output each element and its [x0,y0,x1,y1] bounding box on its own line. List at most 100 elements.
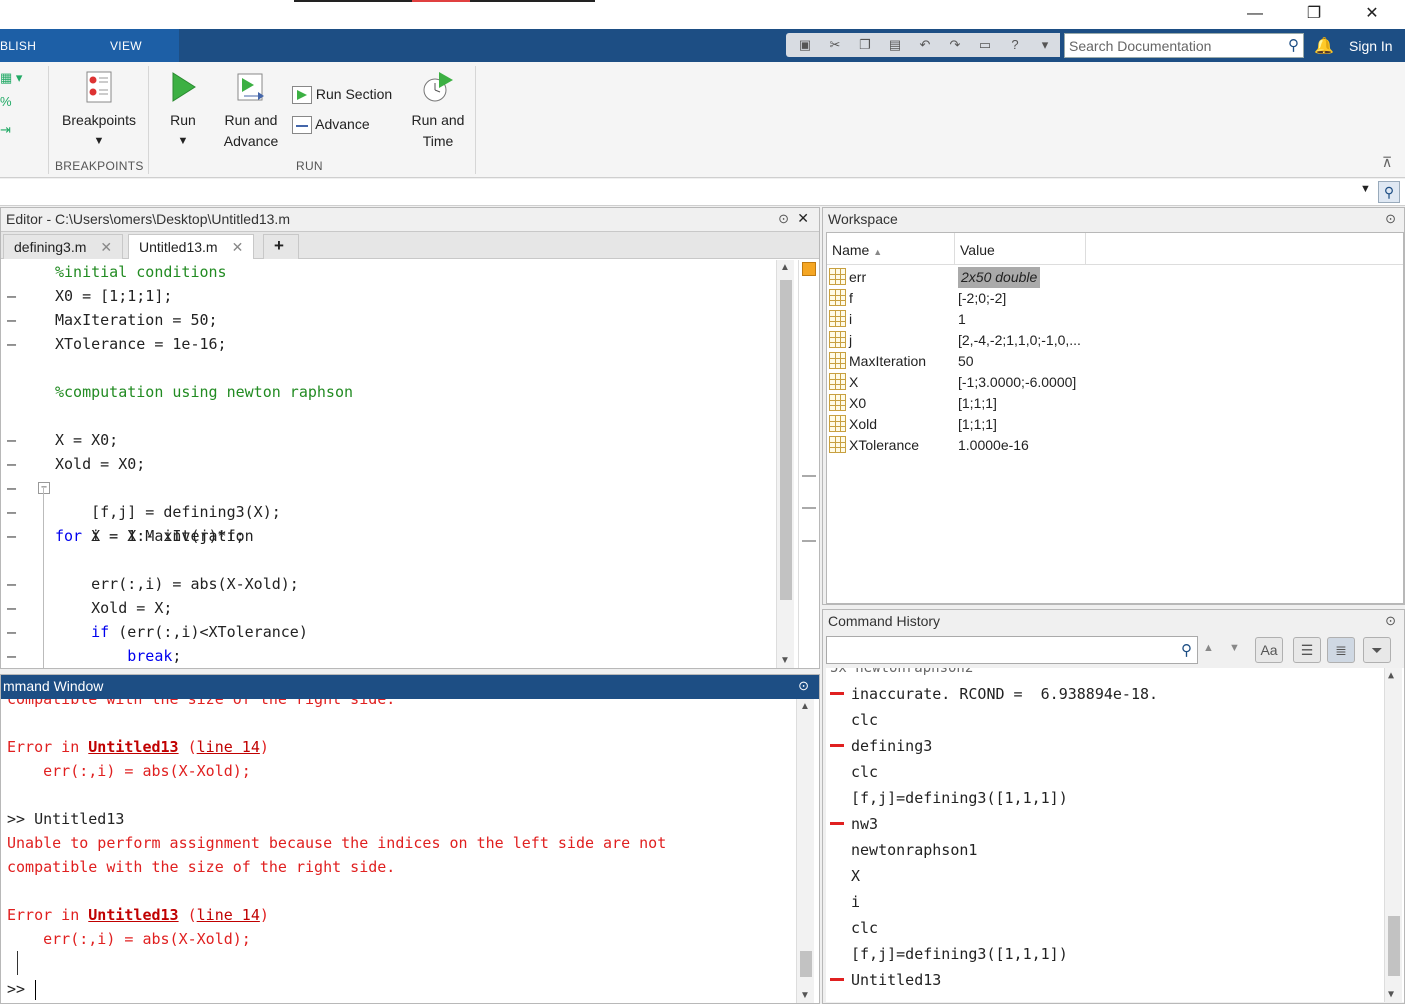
run-icon [172,72,196,102]
advance-button[interactable]: Advance [292,114,402,135]
editor-scrollbar[interactable]: ▲ ▼ [776,260,794,668]
chevron-down-icon: ▼ [177,135,189,147]
close-tab-icon[interactable]: ✕ [100,239,112,255]
highlight-icon[interactable]: ☰ [1293,637,1321,663]
sign-in-link[interactable]: Sign In [1349,38,1393,54]
redo-icon[interactable]: ↷ [946,36,964,54]
chevron-down-icon[interactable]: ▼ [1360,183,1371,195]
matrix-icon [829,373,846,390]
add-tab-button[interactable]: + [263,234,299,259]
history-item[interactable]: Untitled13 [826,967,1386,993]
output-line: Error in Untitled13 (line 14) [7,738,269,756]
indent-icon[interactable]: ⇥ [0,122,40,144]
current-folder-bar[interactable]: ▼ ⚲ [0,179,1405,206]
history-item[interactable]: [f,j]=defining3([1,1,1]) [826,941,1386,967]
panel-menu-icon[interactable]: ⊙ [778,211,789,227]
run-and-advance-button[interactable]: Run and Advance [218,70,284,152]
panel-menu-icon[interactable]: ⊙ [1385,613,1396,629]
breakpoints-icon [86,71,112,103]
history-item[interactable]: [f,j]=defining3([1,1,1]) [826,785,1386,811]
panel-menu-icon[interactable]: ⊙ [798,678,809,694]
customize-icon[interactable]: ▾ [1036,36,1054,54]
error-file-link[interactable]: Untitled13 [88,906,178,924]
output-line: compatible with the size of the right si… [7,858,396,876]
workspace-row[interactable]: X0 [1;1;1] [827,393,1403,414]
history-item[interactable]: 5x newtonraphson2 [826,668,1386,681]
column-header-name[interactable]: Name ▲ [832,242,882,258]
close-tab-icon[interactable]: ✕ [232,239,244,255]
history-item[interactable]: i [826,889,1386,915]
breakpoints-button[interactable]: Breakpoints ▼ [56,70,142,152]
run-section-button[interactable]: Run Section [292,84,402,105]
workspace-row[interactable]: err 2x50 double [827,267,1403,288]
error-file-link[interactable]: Untitled13 [88,738,178,756]
output-line: compatible with the size of the right si… [7,699,396,708]
history-scrollbar[interactable]: ▲ ▼ [1384,668,1402,1002]
workspace-row[interactable]: MaxIteration 50 [827,351,1403,372]
left-tools: ▦ ▾ % ⇥ [0,70,40,144]
command-window-title: mmand Window ⊙ [1,675,819,699]
workspace-row[interactable]: f [-2;0;-2] [827,288,1403,309]
history-item[interactable]: X [826,863,1386,889]
filter-icon[interactable]: ⏷ [1363,637,1391,663]
paste-icon[interactable]: ▤ [886,36,904,54]
cut-icon[interactable]: ✂ [826,36,844,54]
history-item[interactable]: clc [826,759,1386,785]
next-match-icon[interactable]: ▼ [1229,642,1240,654]
history-search-input[interactable]: ⚲ [826,636,1198,664]
run-and-advance-icon [237,73,264,101]
help-icon[interactable]: ? [1006,36,1024,54]
tab-view[interactable]: VIEW [110,39,142,53]
warning-indicator[interactable] [802,262,816,276]
tab-defining3[interactable]: defining3.m ✕ [3,234,124,259]
run-button[interactable]: Run ▼ [160,70,206,152]
panel-menu-icon[interactable]: ⊙ [1385,211,1396,227]
history-item[interactable]: defining3 [826,733,1386,759]
history-list[interactable]: 5x newtonraphson2 inaccurate. RCOND = 6.… [826,668,1404,1002]
search-documentation-input[interactable]: Search Documentation ⚲ [1064,33,1304,58]
group-label-breakpoints: BREAKPOINTS [55,159,144,173]
restore-button[interactable]: ❐ [1299,4,1329,26]
search-icon[interactable]: ⚲ [1378,181,1400,203]
save-icon[interactable]: ▣ [796,36,814,54]
notification-bell-icon[interactable]: 🔔 [1314,36,1334,56]
history-item[interactable]: clc [826,707,1386,733]
minimize-button[interactable]: — [1240,4,1270,26]
switch-windows-icon[interactable]: ▭ [976,36,994,54]
close-icon[interactable]: ✕ [797,210,809,227]
find-icon[interactable]: ▦ ▾ [0,70,40,92]
fold-icon[interactable]: − [38,482,50,494]
run-and-time-icon [423,72,453,102]
code-area[interactable]: %initial conditions – X0 = [1;1;1]; – MaxI… [1,260,776,668]
editor-title: Editor - C:\Users\omers\Desktop\Untitled… [1,208,819,232]
command-output[interactable]: compatible with the size of the right si… [1,699,797,1003]
search-icon: ⚲ [1288,37,1299,54]
match-case-button[interactable]: Aa [1255,637,1283,663]
close-window-button[interactable]: ✕ [1357,4,1387,26]
undo-icon[interactable]: ↶ [916,36,934,54]
tab-untitled13[interactable]: Untitled13.m ✕ [128,234,255,259]
column-header-value[interactable]: Value [960,242,995,258]
history-item[interactable]: newtonraphson1 [826,837,1386,863]
comment-icon[interactable]: % [0,94,40,116]
run-and-time-button[interactable]: Run and Time [406,70,470,152]
history-item[interactable]: inaccurate. RCOND = 6.938894e-18. [826,681,1386,707]
filter-lines-icon[interactable]: ≣ [1327,637,1355,663]
copy-icon[interactable]: ❐ [856,36,874,54]
workspace-row[interactable]: i1 [827,309,1403,330]
error-line-link[interactable]: line 14 [197,906,260,924]
command-prompt[interactable]: >> [7,977,37,1001]
workspace-row[interactable]: Xold [1;1;1] [827,414,1403,435]
workspace-row[interactable]: XTolerance 1.0000e-16 [827,435,1403,456]
previous-match-icon[interactable]: ▲ [1203,642,1214,654]
tab-publish[interactable]: BLISH [0,39,36,53]
command-window-scrollbar[interactable]: ▲ ▼ [796,699,814,1003]
history-item[interactable]: clc [826,915,1386,941]
workspace-row[interactable]: X [-1;3.0000;-6.0000] [827,372,1403,393]
toolstrip-tabs: BLISH VIEW ▣ ✂ ❐ ▤ ↶ ↷ ▭ ? ▾ Search Docu… [0,29,1405,62]
workspace-row[interactable]: j [2,-4,-2;1,1,0;-1,0,... [827,330,1403,351]
output-line: err(:,i) = abs(X-Xold); [7,762,251,780]
history-item[interactable]: nw3 [826,811,1386,837]
error-line-link[interactable]: line 14 [197,738,260,756]
collapse-ribbon-icon[interactable]: ⊼ [1382,154,1392,171]
